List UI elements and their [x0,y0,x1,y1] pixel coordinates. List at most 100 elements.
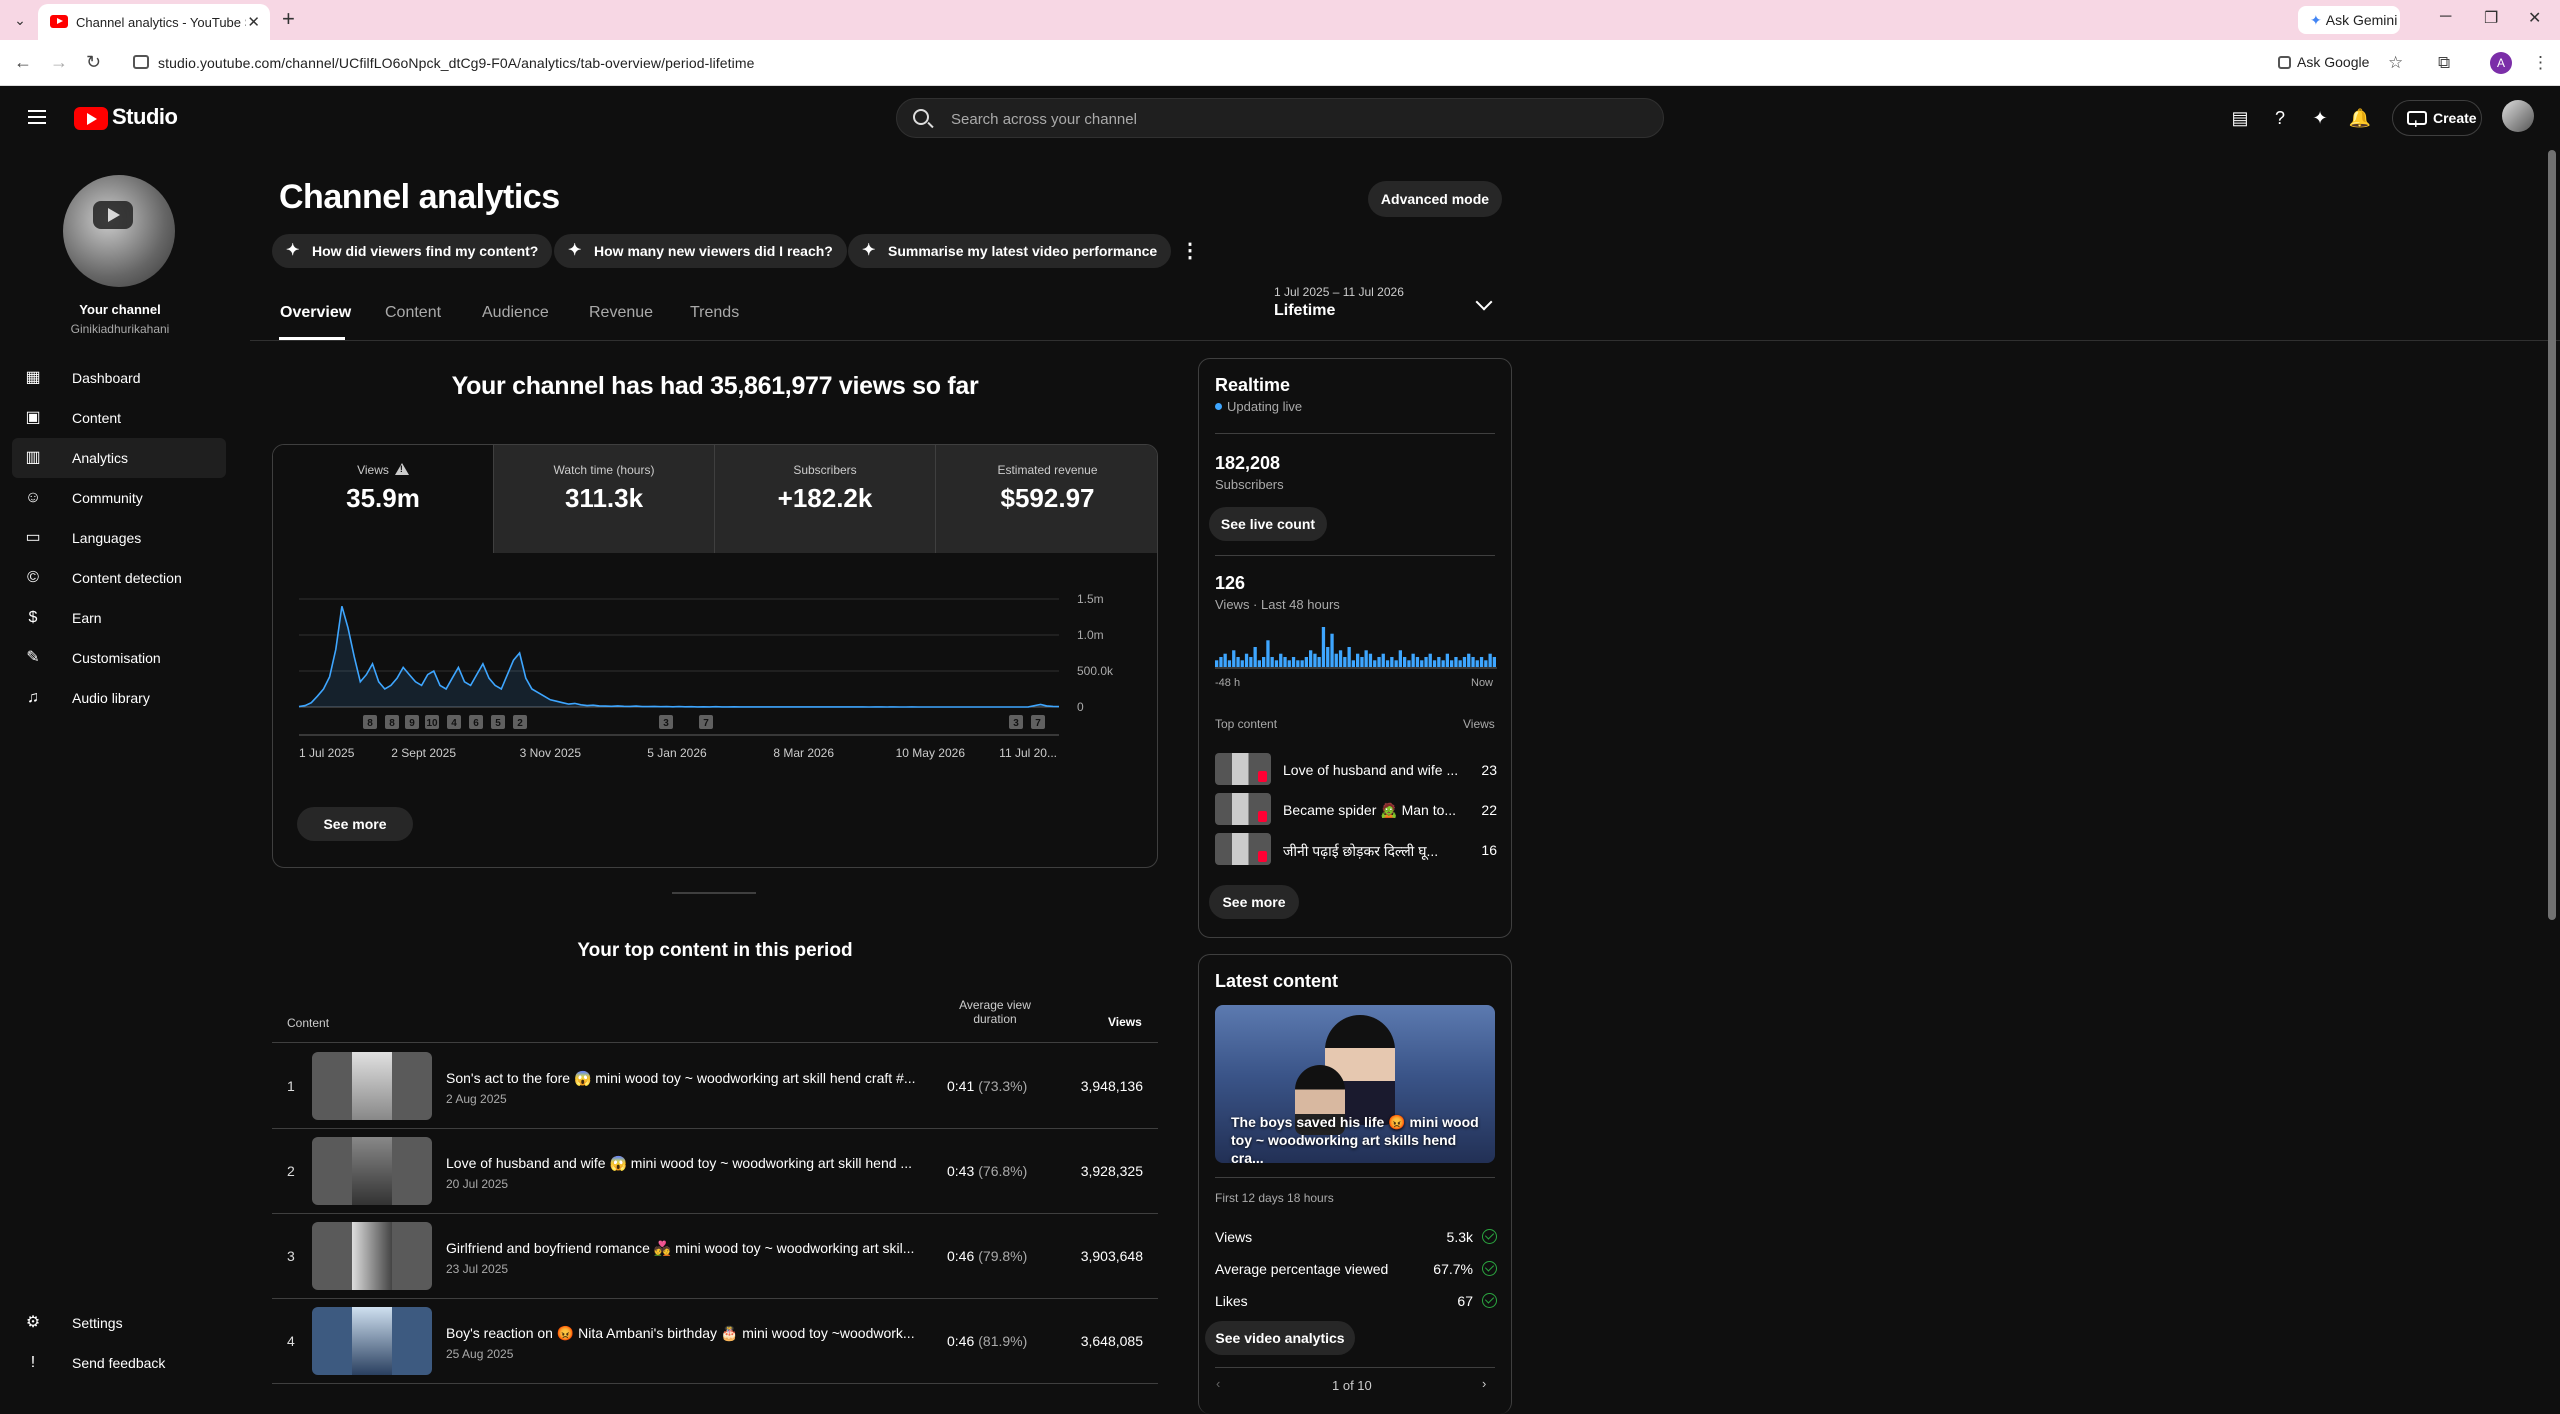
realtime-bar[interactable] [1232,650,1236,667]
forward-icon[interactable]: → [50,52,68,73]
realtime-bar[interactable] [1249,657,1253,667]
messages-icon[interactable]: ▤ [2228,106,2252,130]
chip-summarise-latest[interactable]: ✦ Summarise my latest video performance [848,234,1172,268]
realtime-content-row[interactable]: Became spider 🧟 Man to... 22 [1215,791,1497,827]
sidebar-item-send-feedback[interactable]: ! Send feedback [12,1343,226,1383]
realtime-bar[interactable] [1424,657,1428,667]
bookmark-star-icon[interactable]: ☆ [2388,53,2403,73]
views-line-chart[interactable]: 0 500.0k 1.0m 1.5m 8 8 9 10 4 6 5 2 3 7 3 7 1 Jul 2025 2 … [291,585,1141,775]
see-live-count-button[interactable]: See live count [1209,507,1327,541]
minimize-icon[interactable]: ─ [2440,8,2451,26]
tab-overview[interactable]: Overview [280,304,351,322]
sidebar-item-analytics[interactable]: ▥ Analytics [12,438,226,478]
realtime-bar[interactable] [1291,657,1296,667]
tab-revenue[interactable]: Revenue [589,304,653,322]
realtime-bar[interactable] [1415,657,1420,667]
realtime-bar[interactable] [1270,657,1274,667]
search-input[interactable] [951,108,1631,130]
next-page-icon[interactable]: › [1482,1376,1486,1391]
account-avatar[interactable] [2502,100,2534,132]
metric-subscribers[interactable]: Subscribers +182.2k [715,445,936,553]
page-scrollbar[interactable] [2548,150,2556,920]
realtime-bar[interactable] [1283,657,1287,667]
realtime-bar[interactable] [1262,657,1266,667]
realtime-bar[interactable] [1467,653,1471,667]
browser-tab[interactable]: Channel analytics - YouTube Studio ✕ [38,4,270,40]
realtime-bar[interactable] [1313,653,1317,667]
realtime-bar[interactable] [1432,660,1437,667]
realtime-bar[interactable] [1343,657,1347,667]
create-button[interactable]: Create [2392,100,2482,141]
sidebar-item-content-detection[interactable]: © Content detection [12,558,226,598]
metric-watch-time[interactable]: Watch time (hours) 311.3k [494,445,715,553]
restore-icon[interactable]: ❐ [2484,8,2498,28]
video-thumbnail[interactable] [312,1137,432,1205]
extensions-icon[interactable]: ⧉ [2438,53,2450,73]
realtime-bar[interactable] [1219,657,1223,667]
metric-revenue[interactable]: Estimated revenue $592.97 [936,445,1157,553]
video-title[interactable]: Girlfriend and boyfriend romance 💑 mini … [446,1240,918,1257]
new-tab-button[interactable]: + [282,8,295,30]
sidebar-item-community[interactable]: ☺ Community [12,478,226,518]
realtime-bar[interactable] [1445,653,1449,667]
realtime-content-row[interactable]: Love of husband and wife ... 23 [1215,751,1497,787]
realtime-bar[interactable] [1377,657,1381,667]
realtime-bar[interactable] [1351,660,1355,667]
url-field[interactable]: studio.youtube.com/channel/UCfilfLO6oNpc… [158,55,755,71]
tab-audience[interactable]: Audience [482,304,549,322]
realtime-bar[interactable] [1253,647,1257,667]
notifications-icon[interactable]: 🔔 [2348,106,2372,130]
realtime-bar[interactable] [1381,653,1385,667]
latest-video-thumbnail[interactable]: The boys saved his life 😡 mini wood toy … [1215,1005,1495,1163]
reload-icon[interactable]: ↻ [86,52,101,73]
tab-trends[interactable]: Trends [690,304,739,322]
realtime-bar[interactable] [1385,660,1390,667]
realtime-bar[interactable] [1437,657,1441,667]
video-title[interactable]: Boy's reaction on 😡 Nita Ambani's birthd… [446,1325,918,1342]
realtime-bar[interactable] [1309,650,1313,667]
channel-avatar[interactable] [63,175,175,287]
realtime-bar-chart[interactable] [1215,627,1497,669]
realtime-bar[interactable] [1236,657,1240,667]
more-options-icon[interactable]: ⋮ [1180,238,1200,263]
sparkle-icon[interactable]: ✦ [2308,106,2332,130]
menu-icon[interactable] [28,110,46,124]
realtime-bar[interactable] [1373,660,1377,667]
realtime-bar[interactable] [1244,653,1249,667]
table-row[interactable]: 1 Son's act to the fore 😱 mini wood toy … [272,1044,1158,1128]
col-views[interactable]: Views [1108,1015,1142,1029]
realtime-bar[interactable] [1411,653,1415,667]
realtime-bar[interactable] [1300,660,1304,667]
sidebar-item-audio-library[interactable]: ♫ Audio library [12,678,226,718]
realtime-bar[interactable] [1398,650,1402,667]
realtime-bar[interactable] [1479,657,1484,667]
browser-menu-icon[interactable]: ⋮ [2532,53,2549,73]
realtime-bar[interactable] [1471,657,1475,667]
realtime-bar[interactable] [1330,633,1334,667]
chip-find-content[interactable]: ✦ How did viewers find my content? [272,234,553,268]
video-title[interactable]: Son's act to the fore 😱 mini wood toy ~ … [446,1070,918,1087]
realtime-bar[interactable] [1215,660,1219,667]
see-more-button[interactable]: See more [1209,885,1299,919]
realtime-bar[interactable] [1450,660,1454,667]
realtime-bar[interactable] [1287,660,1291,667]
realtime-bar[interactable] [1326,647,1330,667]
table-row[interactable]: 2 Love of husband and wife 😱 mini wood t… [272,1129,1158,1213]
sidebar-item-content[interactable]: ▣ Content [12,398,226,438]
realtime-content-row[interactable]: जीनी पढ़ाई छोड़कर दिल्ली घू... 16 [1215,831,1497,867]
realtime-bar[interactable] [1441,660,1445,667]
chip-new-viewers[interactable]: ✦ How many new viewers did I reach? [554,234,847,268]
realtime-bar[interactable] [1338,650,1343,667]
realtime-bar[interactable] [1492,657,1496,667]
realtime-bar[interactable] [1475,660,1479,667]
realtime-bar[interactable] [1360,657,1364,667]
tab-content[interactable]: Content [385,304,441,322]
col-avd[interactable]: Average view duration [940,998,1050,1026]
realtime-bar[interactable] [1428,653,1432,667]
realtime-bar[interactable] [1274,660,1279,667]
realtime-bar[interactable] [1240,660,1244,667]
realtime-bar[interactable] [1364,650,1368,667]
realtime-bar[interactable] [1390,657,1394,667]
search-bar[interactable] [896,98,1664,138]
realtime-bar[interactable] [1356,653,1360,667]
